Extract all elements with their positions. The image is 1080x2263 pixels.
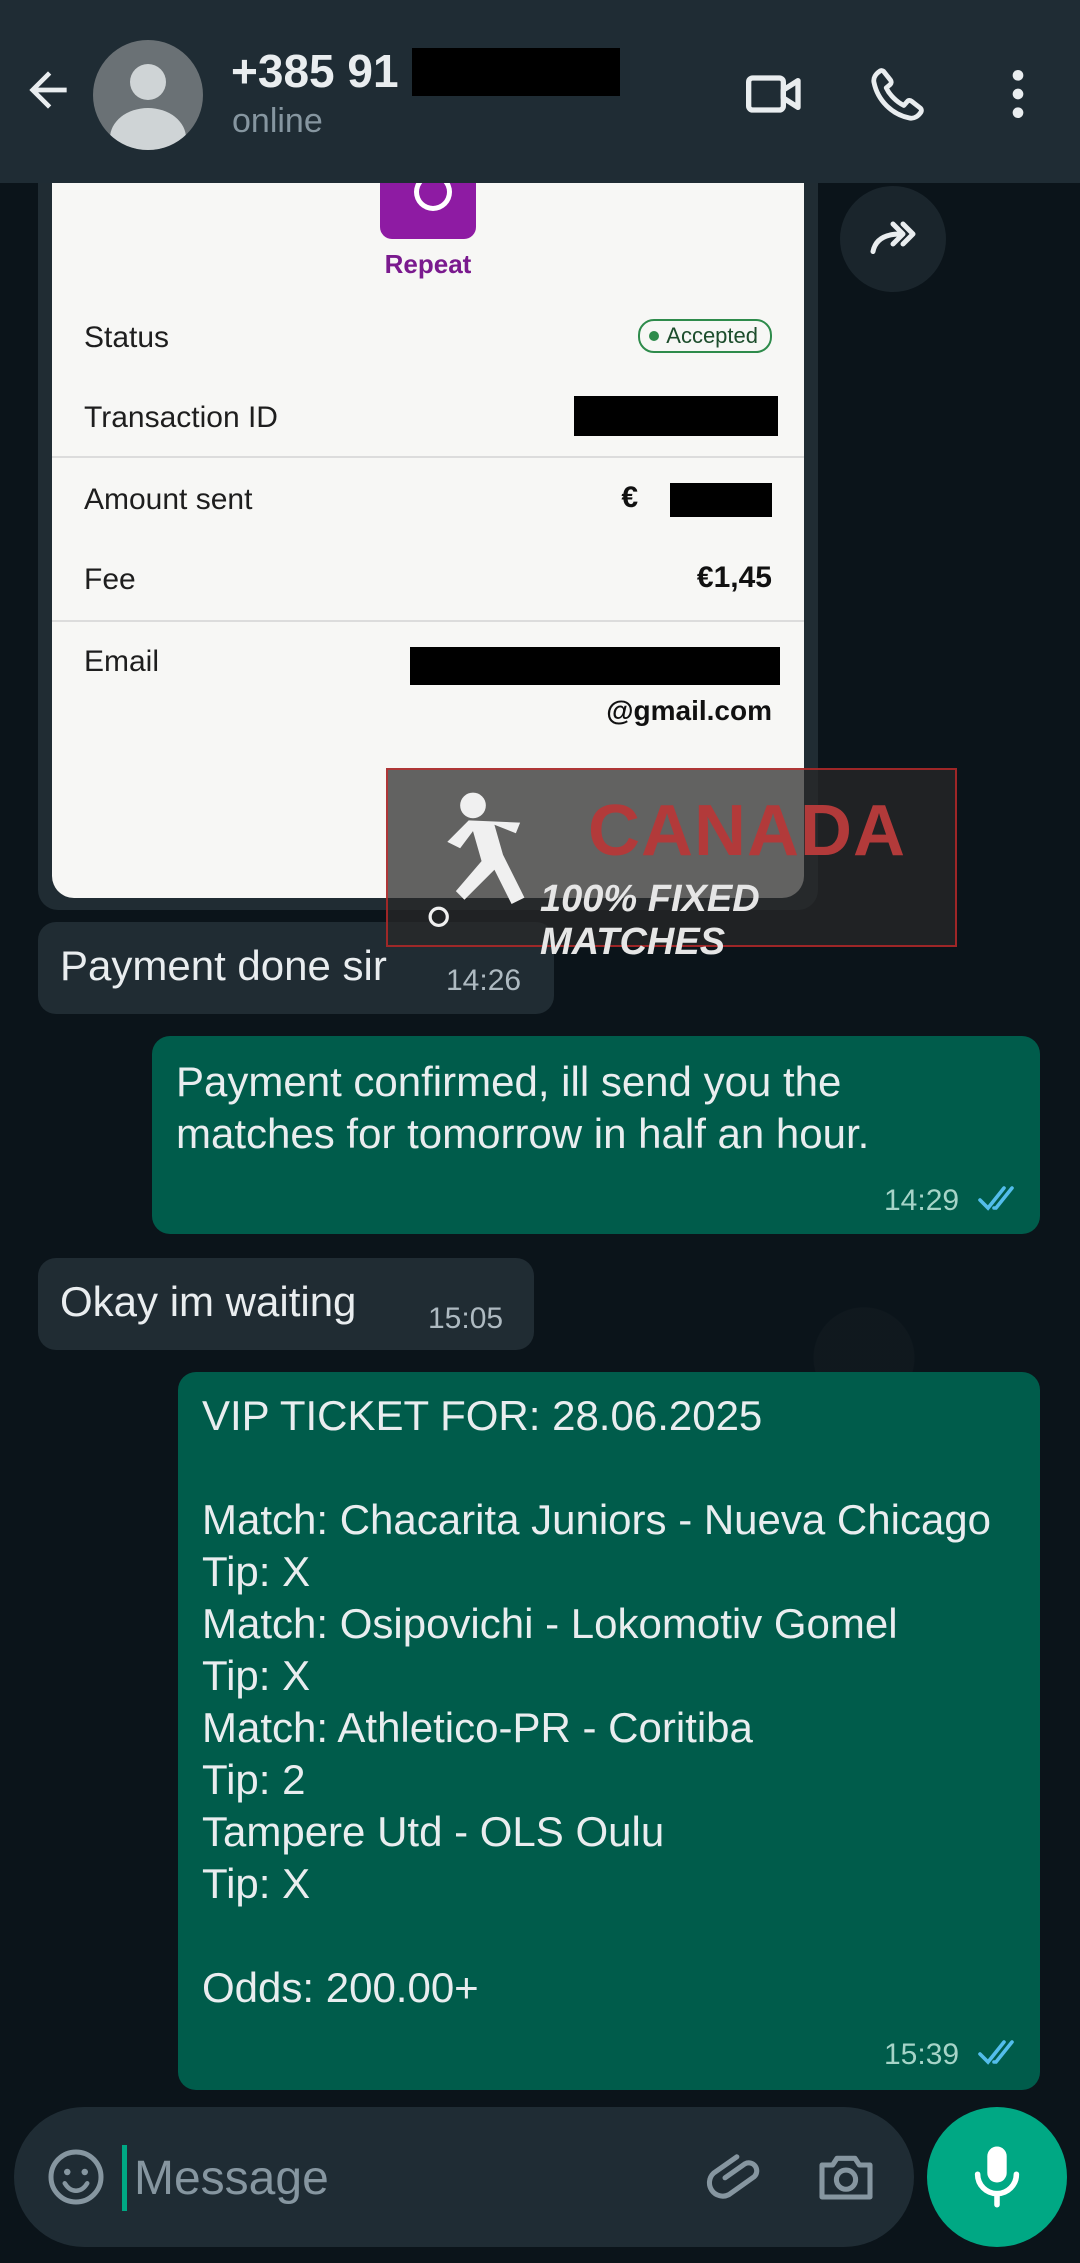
redacted-email xyxy=(410,647,780,685)
amount-currency: € xyxy=(621,481,638,514)
camera-icon[interactable] xyxy=(814,2145,878,2209)
watermark-title: CANADA xyxy=(588,791,906,871)
more-vert-icon[interactable] xyxy=(986,62,1050,126)
message-time: 15:39 xyxy=(884,2038,960,2071)
repeat-label: Repeat xyxy=(384,249,472,279)
watermark-banner: CANADA 100% FIXED MATCHES xyxy=(386,768,957,963)
incoming-message[interactable]: Okay im waiting 15:05 xyxy=(38,1258,534,1350)
message-text: Payment done sir xyxy=(60,942,387,989)
contact-status: online xyxy=(232,102,323,140)
message-time: 15:05 xyxy=(428,1302,504,1335)
read-receipt-icon xyxy=(978,2040,1014,2065)
video-call-icon[interactable] xyxy=(742,62,806,126)
text-cursor xyxy=(122,2145,127,2211)
divider xyxy=(52,620,804,622)
microphone-icon xyxy=(974,2146,1020,2208)
football-player-icon xyxy=(428,792,525,928)
message-time: 14:26 xyxy=(446,964,522,997)
message-text: Okay im waiting xyxy=(60,1278,357,1325)
redacted-amount xyxy=(670,483,772,517)
message-composer[interactable]: Message xyxy=(14,2107,914,2247)
status-badge-text: Accepted xyxy=(666,323,758,348)
message-text: Payment confirmed, ill send you the matc… xyxy=(176,1058,870,1157)
status-label: Status xyxy=(84,321,170,354)
fee-label: Fee xyxy=(84,563,136,596)
forward-button[interactable] xyxy=(840,186,946,292)
back-arrow-icon[interactable] xyxy=(20,62,76,118)
repeat-icon xyxy=(380,183,476,239)
outgoing-message[interactable]: VIP TICKET FOR: 28.06.2025 Match: Chacar… xyxy=(178,1372,1040,2090)
redacted-name-bar xyxy=(412,48,620,96)
outgoing-message[interactable]: Payment confirmed, ill send you the matc… xyxy=(152,1036,1040,1234)
message-time: 14:29 xyxy=(884,1184,960,1217)
status-badge: Accepted xyxy=(638,319,772,353)
emoji-icon[interactable] xyxy=(46,2147,106,2207)
read-receipt-icon xyxy=(978,1186,1014,1211)
message-text: VIP TICKET FOR: 28.06.2025 Match: Chacar… xyxy=(202,1392,992,2011)
fee-value: €1,45 xyxy=(696,561,772,594)
amount-sent-label: Amount sent xyxy=(84,483,253,516)
email-label: Email xyxy=(84,645,160,678)
chat-header: +385 91 online xyxy=(0,0,1080,183)
attachment-icon[interactable] xyxy=(704,2145,768,2209)
email-suffix: @gmail.com xyxy=(606,695,772,726)
phone-icon[interactable] xyxy=(866,62,930,126)
message-input[interactable]: Message xyxy=(134,2151,329,2206)
redacted-transaction-id xyxy=(574,396,778,436)
avatar[interactable] xyxy=(93,40,203,150)
transaction-id-label: Transaction ID xyxy=(84,401,278,434)
forward-icon xyxy=(870,221,916,254)
divider xyxy=(52,456,804,458)
watermark-subtitle: 100% FIXED MATCHES xyxy=(540,878,760,963)
voice-message-button[interactable] xyxy=(927,2107,1067,2247)
contact-name[interactable]: +385 91 xyxy=(231,44,399,98)
